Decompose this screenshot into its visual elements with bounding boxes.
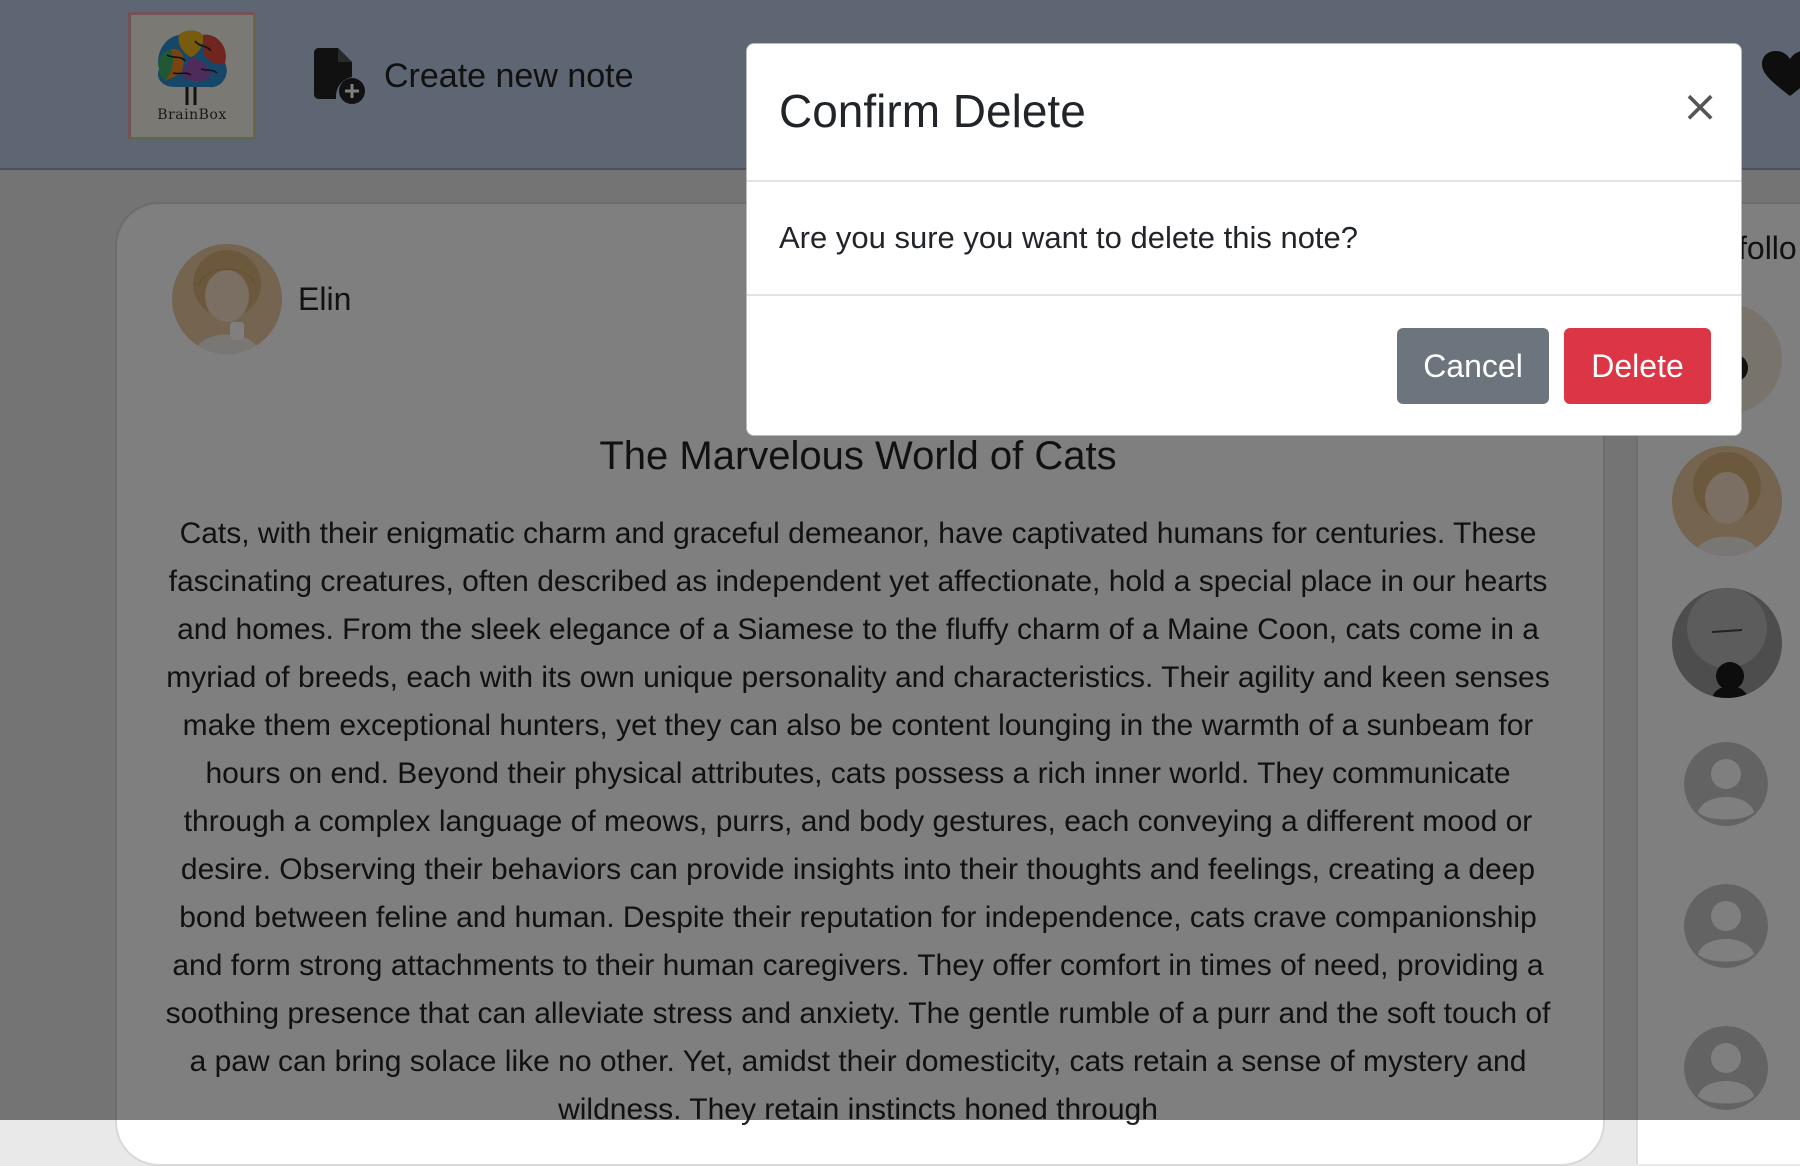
modal-title: Confirm Delete xyxy=(779,85,1086,137)
cancel-button[interactable]: Cancel xyxy=(1397,328,1549,404)
close-icon[interactable]: × xyxy=(1677,84,1723,130)
modal-header: Confirm Delete × xyxy=(747,44,1741,182)
confirm-delete-modal: Confirm Delete × Are you sure you want t… xyxy=(746,43,1742,436)
modal-footer: Cancel Delete xyxy=(747,294,1741,437)
delete-button[interactable]: Delete xyxy=(1564,328,1711,404)
modal-message: Are you sure you want to delete this not… xyxy=(779,220,1359,255)
